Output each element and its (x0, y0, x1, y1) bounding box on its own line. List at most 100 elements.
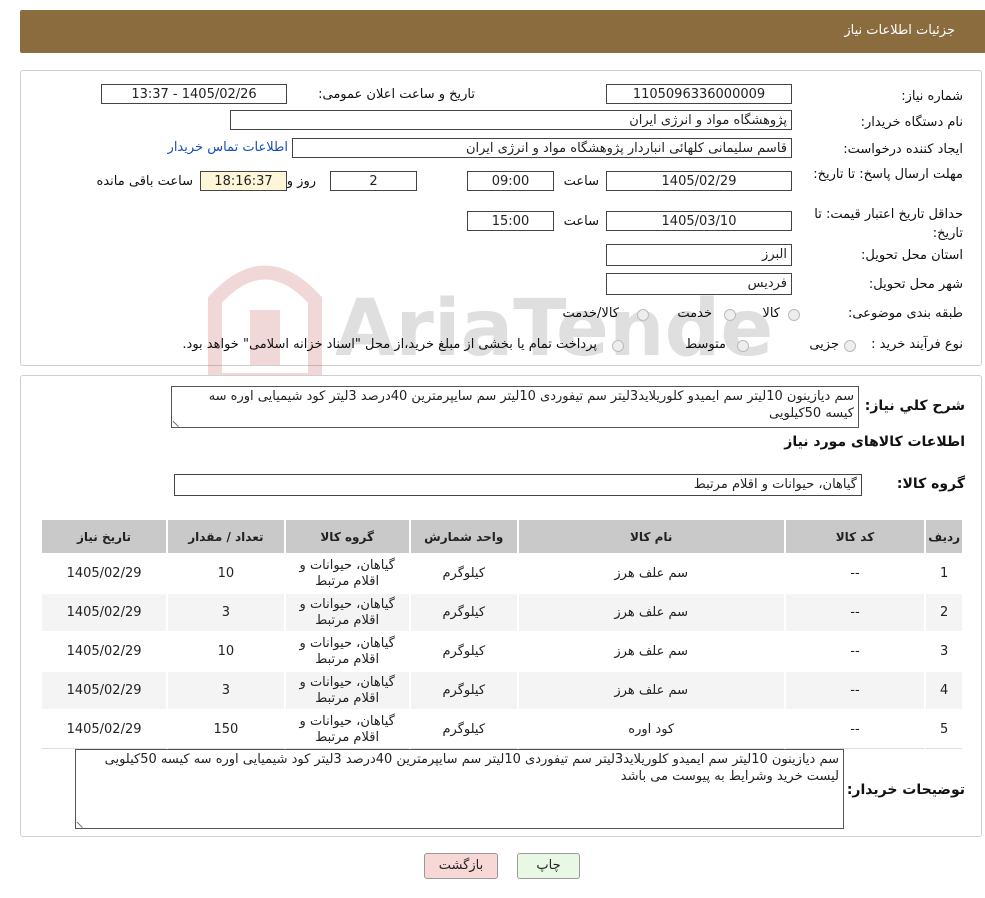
cell-code: -- (783, 631, 927, 672)
category-radio-goods-service[interactable] (637, 309, 649, 321)
buyer-notes-line-2: لیست خرید وشرایط به پیوست می باشد (620, 769, 839, 784)
cell-code: -- (783, 670, 927, 711)
process-note: پرداخت تمام یا بخشی از مبلغ خرید،از محل … (182, 337, 597, 352)
process-option-medium: متوسط (685, 337, 726, 352)
col-row-header: ردیف (924, 518, 964, 555)
summary-textarea[interactable]: سم دیازینون 10لیتر سم ایمیدو کلوریلاید3ل… (171, 386, 859, 428)
buyer-notes-textarea[interactable]: سم دیازینون 10لیتر سم ایمیدو کلوریلاید3ل… (75, 749, 844, 829)
remaining-time-field: 18:16:37 (200, 171, 287, 191)
col-qty-header: تعداد / مقدار (166, 518, 286, 555)
col-unit-header: واحد شمارش (408, 518, 519, 555)
days-field: 2 (330, 171, 417, 191)
need-number-label: شماره نیاز: (901, 89, 963, 104)
resize-grip-icon[interactable] (76, 815, 89, 828)
process-option-minor: جزیی (809, 337, 839, 352)
category-radio-service[interactable] (724, 309, 736, 321)
cell-group: گیاهان، حیوانات و اقلام مرتبط (283, 670, 411, 711)
category-option-goods-service: کالا/خدمت (562, 306, 619, 321)
summary-label: شرح کلي نياز: (864, 398, 965, 414)
items-table: ردیف کد کالا نام کالا واحد شمارش گروه کا… (39, 518, 964, 749)
buyer-notes-label: توضیحات خریدار: (846, 782, 965, 798)
cell-unit: کیلوگرم (408, 670, 519, 711)
province-field: البرز (606, 244, 792, 266)
requester-label: ایجاد کننده درخواست: (843, 142, 963, 157)
table-row: 5 -- کود اوره کیلوگرم گیاهان، حیوانات و … (39, 709, 964, 749)
announce-field: 1405/02/26 - 13:37 (101, 84, 287, 104)
cell-group: گیاهان، حیوانات و اقلام مرتبط (283, 709, 411, 749)
cell-unit: کیلوگرم (408, 553, 519, 594)
category-option-goods: کالا (762, 306, 780, 321)
cell-name: کود اوره (516, 709, 786, 749)
cell-unit: کیلوگرم (408, 592, 519, 633)
col-date-header: تاریخ نیاز (39, 518, 169, 555)
buyer-org-label: نام دستگاه خریدار: (860, 115, 963, 130)
cell-name: سم علف هرز (516, 553, 786, 594)
cell-date: 1405/02/29 (39, 553, 169, 594)
category-radio-goods[interactable] (788, 309, 800, 321)
category-label: طبقه بندی موضوعی: (847, 306, 963, 321)
cell-row: 3 (924, 631, 964, 672)
cell-code: -- (783, 709, 927, 749)
print-button[interactable]: چاپ (517, 853, 580, 879)
cell-row: 5 (924, 709, 964, 749)
requester-field: قاسم سلیمانی کلهائی انباردار پژوهشگاه مو… (292, 138, 792, 158)
goods-group-field: گیاهان، حیوانات و اقلام مرتبط (174, 474, 862, 496)
col-name-header: نام کالا (516, 518, 786, 555)
remaining-label: ساعت باقی مانده (96, 174, 193, 189)
category-option-service: خدمت (677, 306, 712, 321)
cell-name: سم علف هرز (516, 631, 786, 672)
back-button[interactable]: بازگشت (424, 853, 498, 879)
table-row: 4 -- سم علف هرز کیلوگرم گیاهان، حیوانات … (39, 670, 964, 711)
cell-qty: 10 (166, 553, 286, 594)
cell-group: گیاهان، حیوانات و اقلام مرتبط (283, 553, 411, 594)
table-row: 2 -- سم علف هرز کیلوگرم گیاهان، حیوانات … (39, 592, 964, 633)
buyer-contact-link[interactable]: اطلاعات تماس خریدار (168, 140, 288, 155)
cell-name: سم علف هرز (516, 592, 786, 633)
cell-group: گیاهان، حیوانات و اقلام مرتبط (283, 631, 411, 672)
validity-time-label: ساعت (563, 214, 599, 229)
cell-date: 1405/02/29 (39, 709, 169, 749)
cell-qty: 150 (166, 709, 286, 749)
city-label: شهر محل تحویل: (868, 277, 963, 292)
col-group-header: گروه کالا (283, 518, 411, 555)
process-label: نوع فرآیند خرید : (871, 337, 963, 352)
goods-group-label: گروه کالا: (896, 476, 965, 492)
validity-label: حداقل تاریخ اعتبار قیمت: تا تاریخ: (814, 207, 963, 241)
cell-group: گیاهان، حیوانات و اقلام مرتبط (283, 592, 411, 633)
cell-unit: کیلوگرم (408, 631, 519, 672)
city-field: فردیس (606, 273, 792, 295)
cell-row: 4 (924, 670, 964, 711)
cell-name: سم علف هرز (516, 670, 786, 711)
deadline-date-field: 1405/02/29 (606, 171, 792, 191)
watermark-text: AriaTender.neT (335, 284, 775, 374)
validity-date-field: 1405/03/10 (606, 211, 792, 231)
table-row: 1 -- سم علف هرز کیلوگرم گیاهان، حیوانات … (39, 553, 964, 594)
process-radio-minor[interactable] (844, 340, 856, 352)
cell-date: 1405/02/29 (39, 631, 169, 672)
deadline-time-label: ساعت (563, 174, 599, 189)
cell-qty: 3 (166, 670, 286, 711)
validity-time-field: 15:00 (467, 211, 554, 231)
cell-code: -- (783, 553, 927, 594)
resize-grip-icon[interactable] (172, 414, 185, 427)
deadline-label: مهلت ارسال پاسخ: تا تاریخ: (813, 167, 963, 182)
cell-code: -- (783, 592, 927, 633)
cell-date: 1405/02/29 (39, 670, 169, 711)
table-header-row: ردیف کد کالا نام کالا واحد شمارش گروه کا… (39, 518, 964, 555)
summary-text: سم دیازینون 10لیتر سم ایمیدو کلوریلاید3ل… (208, 389, 854, 421)
cell-unit: کیلوگرم (408, 709, 519, 749)
process-radio-treasury[interactable] (612, 340, 624, 352)
buyer-notes-line-1: سم دیازینون 10لیتر سم ایمیدو کلوریلاید3ل… (104, 752, 839, 767)
table-row: 3 -- سم علف هرز کیلوگرم گیاهان، حیوانات … (39, 631, 964, 672)
deadline-time-field: 09:00 (467, 171, 554, 191)
cell-qty: 3 (166, 592, 286, 633)
col-code-header: کد کالا (783, 518, 927, 555)
goods-section-title: اطلاعات کالاهای مورد نیاز (784, 434, 965, 450)
page-header: جزئیات اطلاعات نیاز (20, 10, 985, 53)
process-radio-medium[interactable] (737, 340, 749, 352)
province-label: استان محل تحویل: (861, 248, 963, 263)
cell-date: 1405/02/29 (39, 592, 169, 633)
announce-label: تاریخ و ساعت اعلان عمومی: (318, 87, 475, 102)
page-title: جزئیات اطلاعات نیاز (844, 23, 955, 38)
need-number-field: 1105096336000009 (606, 84, 792, 104)
